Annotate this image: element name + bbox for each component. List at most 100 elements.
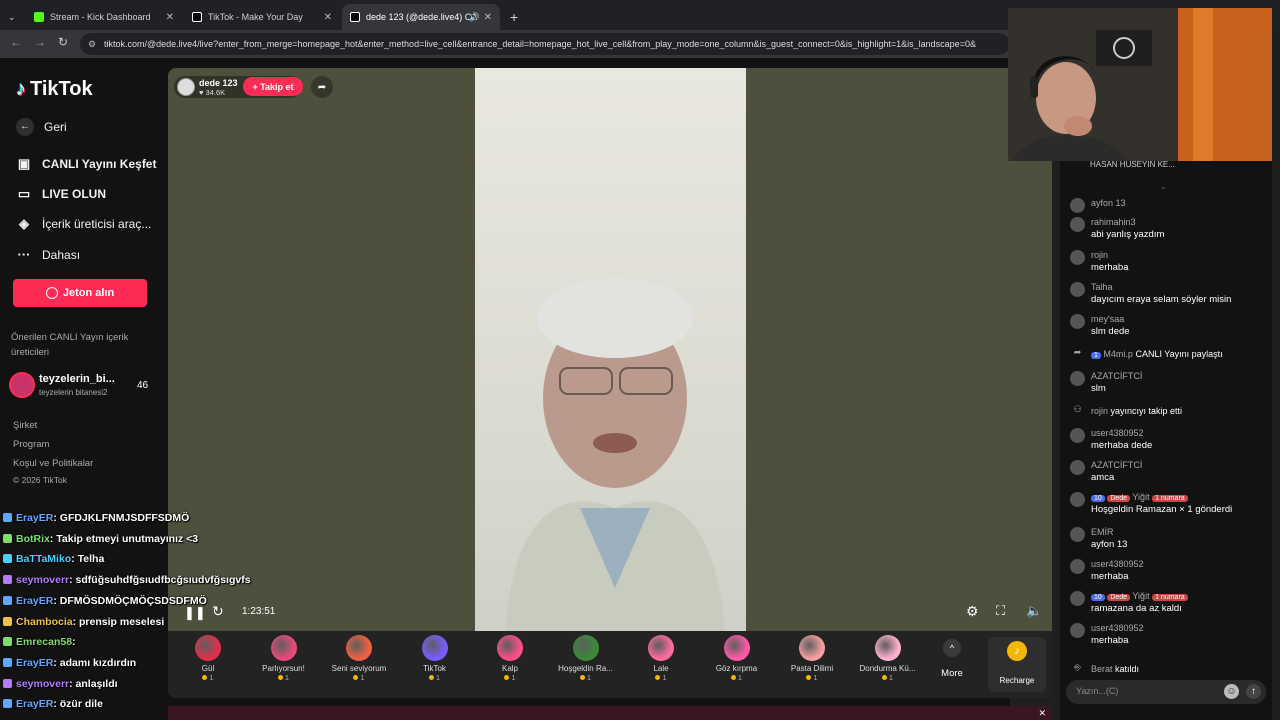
footer-terms-link[interactable]: Koşul ve Politikalar xyxy=(13,458,93,469)
avatar xyxy=(1070,250,1085,265)
avatar xyxy=(1070,314,1085,329)
sidebar-item-more[interactable]: ··· Dahası xyxy=(16,247,81,262)
sidebar-item-go-live[interactable]: ▭ LIVE OLUN xyxy=(16,186,106,202)
chat-message: 10 Dede Yiğit 1 numara Hoşgeldin Ramazan … xyxy=(1070,492,1260,518)
site-info-icon[interactable]: ⚙ xyxy=(88,39,96,50)
emoji-icon[interactable]: ☺ xyxy=(1224,684,1239,699)
gift-cost: 1 xyxy=(625,673,697,682)
chat-text: abi yanlış yazdım xyxy=(1091,229,1165,240)
url-field[interactable]: ⚙ tiktok.com/@dede.live4/live?enter_from… xyxy=(80,33,1010,55)
tab-tiktok-live[interactable]: dede 123 (@dede.live4) CA 🔊 ✕ xyxy=(342,4,500,30)
footer-company-link[interactable]: Şirket xyxy=(13,420,37,431)
chat-username: M4mi.p xyxy=(1103,349,1133,359)
gift-bar: Gül 1 Parlıyorsun! 1 Seni seviyorum 1 TikTok 1 K… xyxy=(168,631,1052,698)
fan-badge: Dede xyxy=(1107,594,1131,601)
tiktok-logo[interactable]: ♪ TikTok xyxy=(16,78,93,101)
gift-item[interactable]: Göz kırpma 1 xyxy=(701,635,773,682)
tab-tiktok-home[interactable]: TikTok - Make Your Day ✕ xyxy=(184,4,340,30)
volume-icon[interactable]: 🔈 xyxy=(1026,603,1042,619)
user-badge-icon xyxy=(3,657,12,667)
sidebar-item-creator-tools[interactable]: ◈ İçerik üreticisi araç... xyxy=(16,216,151,232)
overlay-chat-line: ErayER: adamı kızdırdın xyxy=(3,657,136,669)
forward-icon[interactable]: → xyxy=(34,35,46,49)
coin-icon xyxy=(579,675,585,680)
share-icon[interactable]: ➦ xyxy=(311,76,333,98)
logo-text: TikTok xyxy=(30,78,93,100)
coin-button[interactable]: Jeton alın xyxy=(13,279,147,307)
gift-item[interactable]: Seni seviyorum 1 xyxy=(323,635,395,682)
scroll-down-icon[interactable]: ⌄ xyxy=(1160,182,1167,191)
chat-username-line: Talha xyxy=(1091,282,1113,292)
chat-username: ErayER xyxy=(16,594,54,607)
gift-icon xyxy=(421,635,448,661)
user-badge-icon xyxy=(3,595,12,605)
user-badge-icon xyxy=(3,616,12,626)
close-tab-icon[interactable]: ✕ xyxy=(324,12,332,23)
fullscreen-icon[interactable]: ⛶ xyxy=(996,603,1005,619)
video-frame[interactable] xyxy=(475,68,746,631)
gift-item[interactable]: Gül 1 xyxy=(172,635,244,682)
avatar: ⎆ xyxy=(1073,662,1082,672)
coin-icon xyxy=(353,675,359,680)
pause-icon[interactable]: ❚❚ xyxy=(184,605,206,621)
gift-item[interactable]: TikTok 1 xyxy=(399,635,471,682)
close-tab-icon[interactable]: ✕ xyxy=(484,12,492,23)
tab-title: dede 123 (@dede.live4) CA xyxy=(366,12,478,22)
close-icon[interactable]: ✕ xyxy=(1038,708,1046,719)
footer-program-link[interactable]: Program xyxy=(13,439,49,450)
follow-button[interactable]: + Takip et xyxy=(243,77,303,96)
suggested-creator[interactable]: teyzelerin_bi... teyzelerin bitanesi2 46 xyxy=(9,372,157,400)
gift-cost-value: 1 xyxy=(435,673,441,682)
avatar xyxy=(1070,559,1085,574)
level-badge: 10 xyxy=(1091,495,1105,502)
go-live-icon: ▭ xyxy=(17,186,31,201)
gift-item[interactable]: Dondurma Kü... 1 xyxy=(852,635,924,682)
sidebar-item-live-explore[interactable]: ▣ CANLI Yayını Keşfet xyxy=(16,156,157,172)
avatar xyxy=(1070,428,1085,443)
chat-message: rojin merhaba xyxy=(1070,250,1260,276)
chat-text: : Telha xyxy=(71,553,105,566)
creator-tools-icon: ◈ xyxy=(19,216,29,231)
new-tab-button[interactable]: + xyxy=(502,4,522,30)
sidebar-item-back[interactable]: ← Geri xyxy=(16,118,67,136)
reload-icon[interactable]: ↻ xyxy=(58,35,68,49)
back-icon[interactable]: ← xyxy=(10,35,22,49)
rank-badge: 1 numara xyxy=(1152,495,1188,502)
chat-text: CANLI Yayını paylaştı xyxy=(1135,349,1223,359)
chat-text: dayıcım eraya selam söyler misin xyxy=(1091,294,1232,305)
tab-kick-dashboard[interactable]: Stream - Kick Dashboard ✕ xyxy=(26,4,182,30)
gift-name: Lale xyxy=(653,664,669,673)
audio-playing-icon[interactable]: 🔊 xyxy=(469,12,480,23)
settings-icon[interactable]: ⚙ xyxy=(966,603,979,620)
chat-username-line: rojin yayıncıyı takip etti xyxy=(1091,406,1182,416)
chat-username: seymoverr xyxy=(16,677,70,690)
gift-item[interactable]: Pasta Dilimi 1 xyxy=(776,635,848,682)
overlay-chat-line: Emrecan58: xyxy=(3,636,76,648)
chat-username: Yiğit xyxy=(1132,492,1150,502)
coin-icon xyxy=(45,287,58,299)
more-gifts-button[interactable]: ^ More xyxy=(932,639,972,681)
gift-item[interactable]: Hoşgeldin Ra... 1 xyxy=(550,635,622,682)
coin-icon xyxy=(806,675,812,680)
gift-name: Parlıyorsun! xyxy=(262,664,305,673)
refresh-icon[interactable]: ↻ xyxy=(212,603,224,620)
avatar xyxy=(1070,527,1085,542)
send-icon[interactable]: ↑ xyxy=(1246,684,1261,699)
rank-badge: 1 numara xyxy=(1152,594,1188,601)
chat-input-field[interactable]: Yazın...(C) ☺ ↑ xyxy=(1066,680,1266,704)
gift-item[interactable]: Lale 1 xyxy=(625,635,697,682)
old-man-video-illustration xyxy=(505,278,725,631)
user-badge-icon xyxy=(3,554,12,564)
gift-icon xyxy=(648,635,674,661)
gift-item[interactable]: Parlıyorsun! 1 xyxy=(248,635,320,682)
recharge-button[interactable]: ♪ Recharge xyxy=(988,637,1046,692)
tab-search-dropdown[interactable]: ⌄ xyxy=(0,4,24,30)
chat-text: : adamı kızdırdın xyxy=(53,656,137,669)
avatar xyxy=(1070,282,1085,297)
chevron-down-icon: ⌄ xyxy=(8,11,16,22)
gift-item[interactable]: Kalp 1 xyxy=(474,635,546,682)
banner-text: HASAN HÜSEYİN KE... xyxy=(1090,160,1175,169)
back-arrow-icon: ← xyxy=(16,118,34,136)
live-stream-player[interactable]: dede 123 ♥ 34.6K + Takip et ➦ ❚❚ ↻ 1:23:… xyxy=(168,68,1052,698)
close-tab-icon[interactable]: ✕ xyxy=(166,12,174,23)
